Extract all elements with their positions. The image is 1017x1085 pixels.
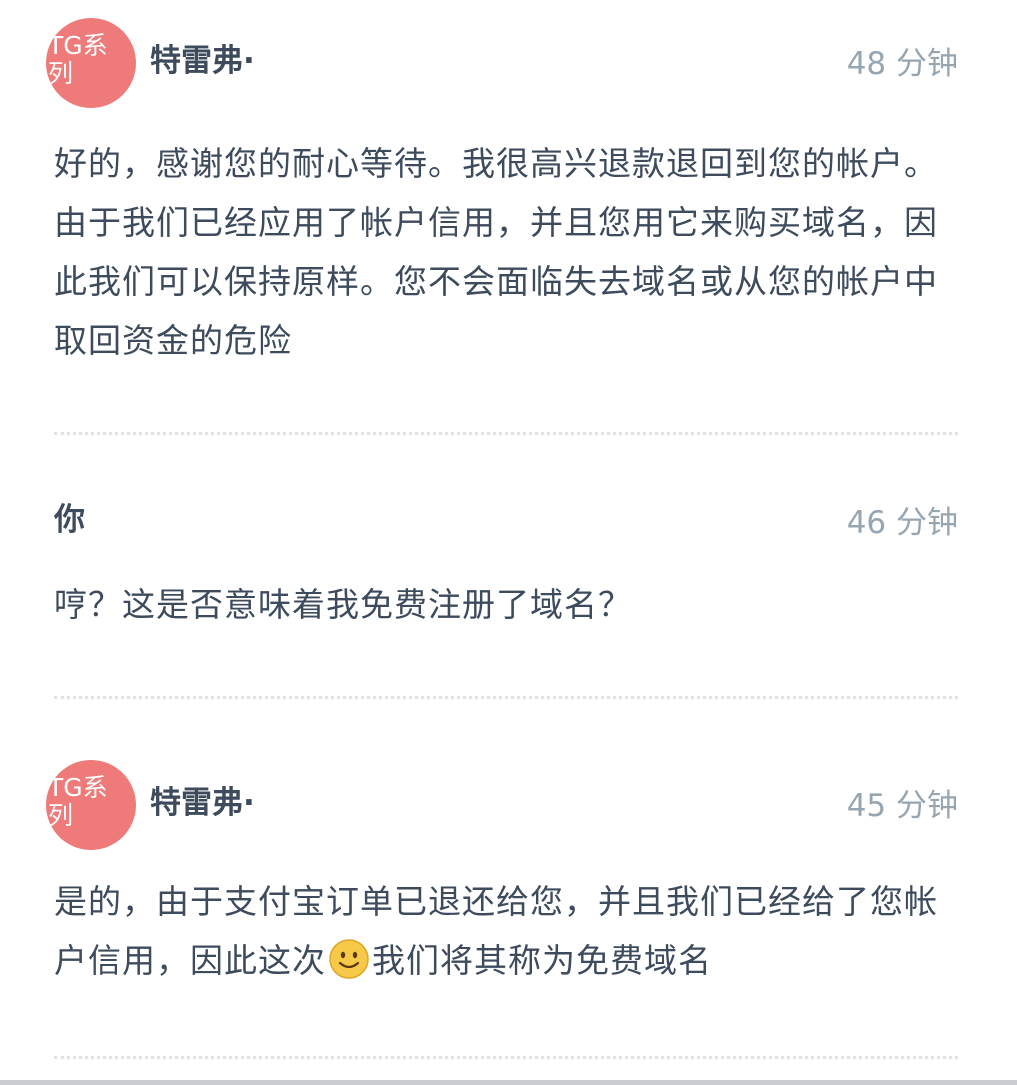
message-time: 45 分钟: [846, 788, 958, 824]
avatar-initials: TG系列: [48, 31, 108, 88]
slightly-smiling-face-icon: [329, 939, 369, 979]
author-name: 你: [54, 502, 85, 538]
avatar[interactable]: TG系列: [46, 18, 136, 108]
message-agent-2: TG系列 特雷弗· 45 分钟 是的，由于支付宝订单已退还给您，并且我们已经给了…: [46, 760, 958, 990]
message-divider: [54, 432, 958, 435]
message-text: 是的，由于支付宝订单已退还给您，并且我们已经给了您帐户信用，因此这次 我们将其称…: [54, 872, 958, 990]
message-text: 哼？这是否意味着我免费注册了域名？: [54, 585, 632, 624]
message-agent-1: TG系列 特雷弗· 48 分钟 好的，感谢您的耐心等待。我很高兴退款退回到您的帐…: [46, 18, 958, 370]
message-text-part: 我们将其称为免费域名: [372, 941, 712, 980]
message-time: 46 分钟: [846, 505, 958, 541]
message-user-1: 你 46 分钟 哼？这是否意味着我免费注册了域名？: [54, 477, 958, 634]
chat-thread: TG系列 特雷弗· 48 分钟 好的，感谢您的耐心等待。我很高兴退款退回到您的帐…: [0, 0, 1017, 1085]
message-header: TG系列 特雷弗· 48 分钟: [46, 18, 958, 108]
message-text: 好的，感谢您的耐心等待。我很高兴退款退回到您的帐户。由于我们已经应用了帐户信用，…: [54, 144, 938, 360]
bottom-edge: [0, 1080, 1017, 1085]
avatar-initials: TG系列: [48, 773, 108, 830]
message-header: 你 46 分钟: [54, 477, 958, 557]
message-time: 48 分钟: [846, 46, 958, 82]
message-divider: [54, 696, 958, 699]
avatar[interactable]: TG系列: [46, 760, 136, 850]
message-divider: [54, 1056, 958, 1059]
message-header: TG系列 特雷弗· 45 分钟: [46, 760, 958, 850]
author-name: 特雷弗·: [150, 785, 255, 821]
author-name: 特雷弗·: [150, 43, 255, 79]
